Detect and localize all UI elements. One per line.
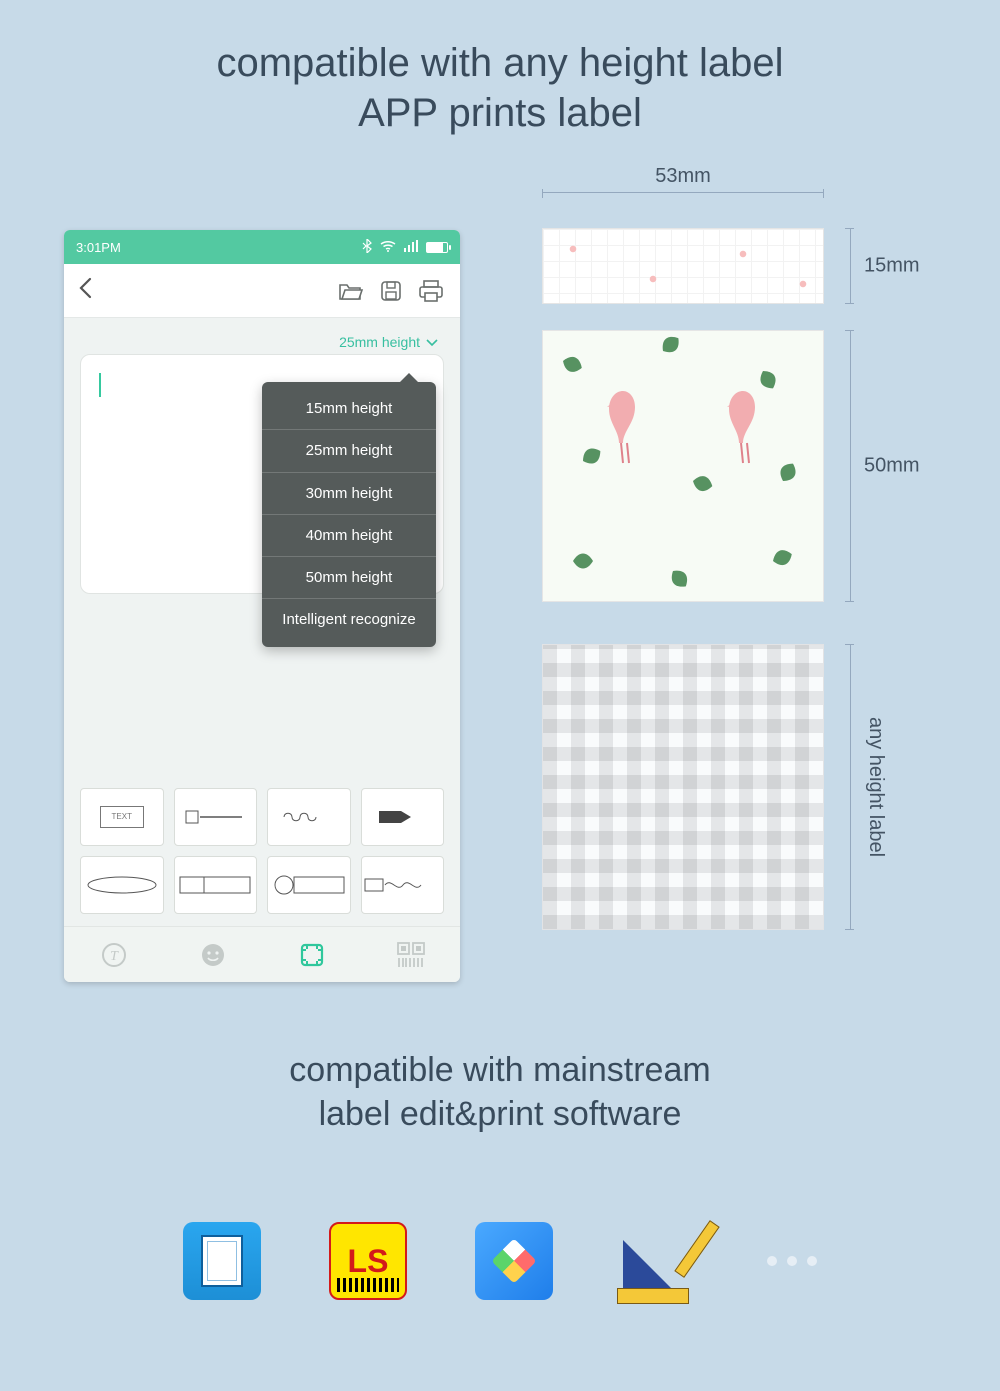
wifi-icon — [380, 240, 396, 255]
software-icon-1 — [183, 1222, 261, 1300]
template-grid: TEXT — [80, 788, 444, 914]
height-option-15[interactable]: 15mm height — [262, 388, 436, 430]
svg-text:T: T — [110, 949, 119, 964]
headline-line1: compatible with any height label — [0, 38, 1000, 88]
height-option-25[interactable]: 25mm height — [262, 430, 436, 472]
sub-line2: label edit&print software — [0, 1092, 1000, 1136]
signal-icon — [404, 240, 418, 255]
template-7[interactable] — [267, 856, 351, 914]
template-text-label: TEXT — [100, 806, 144, 828]
more-icon — [767, 1256, 817, 1266]
height-option-auto[interactable]: Intelligent recognize — [262, 599, 436, 640]
back-button[interactable] — [78, 275, 92, 306]
software-icon-ls-text: LS — [348, 1245, 389, 1277]
sample-label-15mm — [542, 228, 824, 304]
chevron-down-icon — [426, 334, 438, 350]
template-3[interactable] — [267, 788, 351, 846]
headline-line2: APP prints label — [0, 88, 1000, 138]
height-dropdown: 15mm height 25mm height 30mm height 40mm… — [262, 382, 436, 647]
sub-line1: compatible with mainstream — [0, 1048, 1000, 1092]
status-bar: 3:01PM — [64, 230, 460, 264]
template-text[interactable]: TEXT — [80, 788, 164, 846]
height-current: 25mm height — [339, 334, 420, 350]
template-2[interactable] — [174, 788, 258, 846]
status-time: 3:01PM — [76, 240, 121, 255]
sample-label-anyheight — [542, 644, 824, 930]
folder-open-icon[interactable] — [336, 276, 366, 306]
tab-text-icon[interactable]: T — [99, 940, 129, 970]
bottom-tabbar: T — [64, 926, 460, 982]
dimension-anyheight: any height label — [850, 644, 851, 930]
tab-emoji-icon[interactable] — [198, 940, 228, 970]
sub-headline: compatible with mainstream label edit&pr… — [0, 1048, 1000, 1136]
dimension-50mm-label: 50mm — [864, 455, 920, 478]
text-caret — [99, 373, 101, 397]
dimension-anyheight-label: any height label — [864, 717, 887, 857]
tab-template-icon[interactable] — [297, 940, 327, 970]
dimension-width-label: 53mm — [655, 165, 711, 188]
software-icon-4 — [621, 1222, 699, 1300]
battery-icon — [426, 242, 448, 253]
phone-screenshot: 3:01PM 25mm heig — [64, 230, 460, 982]
template-5[interactable] — [80, 856, 164, 914]
height-option-40[interactable]: 40mm height — [262, 515, 436, 557]
software-icon-ls: LS — [329, 1222, 407, 1300]
save-icon[interactable] — [376, 276, 406, 306]
dimension-50mm: 50mm — [850, 330, 851, 602]
bluetooth-icon — [362, 239, 372, 256]
template-8[interactable] — [361, 856, 445, 914]
software-icon-3 — [475, 1222, 553, 1300]
dimension-15mm-label: 15mm — [864, 255, 920, 278]
print-icon[interactable] — [416, 276, 446, 306]
sample-label-50mm — [542, 330, 824, 602]
height-option-30[interactable]: 30mm height — [262, 473, 436, 515]
dimension-width: 53mm — [542, 192, 824, 193]
app-toolbar — [64, 264, 460, 318]
dimension-15mm: 15mm — [850, 228, 851, 304]
tab-barcode-icon[interactable] — [396, 940, 426, 970]
page-headline: compatible with any height label APP pri… — [0, 0, 1000, 138]
template-4[interactable] — [361, 788, 445, 846]
height-option-50[interactable]: 50mm height — [262, 557, 436, 599]
height-selector[interactable]: 25mm height — [80, 328, 444, 354]
software-icons-row: LS — [0, 1222, 1000, 1300]
template-6[interactable] — [174, 856, 258, 914]
